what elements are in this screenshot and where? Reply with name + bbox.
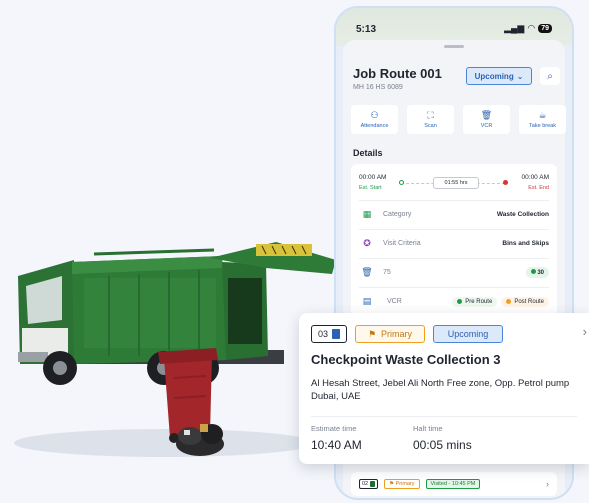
visit-criteria-label: Visit Criteria xyxy=(383,240,421,247)
bin-icon xyxy=(370,481,376,487)
green-dot-icon xyxy=(457,299,463,304)
bins-done-badge: 30 xyxy=(525,267,549,278)
bins-row: 🗑 75 30 xyxy=(359,258,549,286)
next-checkpoint-row[interactable]: 02 ⚑ Primary Visited - 10:45 PM › xyxy=(351,472,557,496)
category-icon: ▦ xyxy=(362,209,372,219)
details-card: 00:00 AM Est. Start 01:55 hrs 00:00 AM E… xyxy=(351,164,557,324)
vcr-row-icon: ▤ xyxy=(362,296,372,306)
scene: 5:13 ▂▄▆ ◠ 79 Job Route 001 MH 16 HS 608… xyxy=(0,0,589,503)
chevron-right-icon: › xyxy=(546,479,549,489)
chevron-right-icon[interactable]: › xyxy=(583,324,587,339)
pre-route-label: Pre Route xyxy=(465,298,493,305)
halt-time-label: Halt time xyxy=(413,424,443,433)
orange-dot-icon xyxy=(506,299,512,304)
vcr-button[interactable]: 🗑 VCR xyxy=(463,105,510,134)
category-value: Waste Collection xyxy=(496,211,549,218)
post-route-tag[interactable]: Post Route xyxy=(501,296,549,307)
garbage-truck-illustration xyxy=(14,242,336,457)
vcr-icon: 🗑 xyxy=(480,109,493,120)
scan-button[interactable]: ⛶ Scan xyxy=(407,105,454,134)
next-priority-tag: ⚑ Primary xyxy=(384,479,420,489)
search-button[interactable]: ⌕ xyxy=(540,67,560,85)
estimate-time-label: Estimate time xyxy=(311,424,357,433)
sequence-tag: 03 xyxy=(311,325,347,343)
category-label: Category xyxy=(383,211,412,218)
checkpoint-title: Checkpoint Waste Collection 3 xyxy=(311,352,501,367)
signal-icon: ▂▄▆ xyxy=(504,23,525,33)
sequence-number: 03 xyxy=(317,329,328,339)
route-title: Job Route 001 xyxy=(353,66,442,81)
visit-criteria-row: ✪ Visit Criteria Bins and Skips xyxy=(359,229,549,257)
action-label: VCR xyxy=(480,122,493,129)
est-start-label: Est. Start xyxy=(359,185,382,191)
divider xyxy=(311,416,577,417)
attendance-icon: ⚇ xyxy=(370,109,379,120)
start-dot xyxy=(399,180,404,185)
visit-criteria-value: Bins and Skips xyxy=(502,240,549,247)
checkpoint-status-tag: Upcoming xyxy=(433,325,503,343)
attendance-button[interactable]: ⚇ Attendance xyxy=(351,105,398,134)
post-route-label: Post Route xyxy=(514,298,544,305)
est-end-time: 00:00 AM xyxy=(521,174,549,181)
action-label: Take break xyxy=(529,122,556,129)
action-label: Attendance xyxy=(360,122,389,129)
route-plate: MH 16 HS 6089 xyxy=(353,84,403,91)
estimate-time-value: 10:40 AM xyxy=(311,438,362,452)
next-sequence-tag: 02 xyxy=(359,479,379,489)
next-sequence: 02 xyxy=(362,481,369,487)
next-priority: Primary xyxy=(395,481,415,487)
next-status-tag: Visited - 10:45 PM xyxy=(425,479,481,489)
wifi-icon: ◠ xyxy=(527,23,536,33)
priority-label: Primary xyxy=(381,329,413,339)
chevron-down-icon: ⌄ xyxy=(516,71,524,81)
break-icon: ☕ xyxy=(538,109,547,120)
route-status-dropdown[interactable]: Upcoming ⌄ xyxy=(466,67,532,85)
checkpoint-card[interactable]: 03 ⚑ Primary Upcoming › Checkpoint Waste… xyxy=(299,313,589,464)
vcr-label: VCR xyxy=(387,298,402,305)
search-icon: ⌕ xyxy=(547,70,553,82)
flag-icon: ⚑ xyxy=(367,328,377,339)
bin-icon: 🗑 xyxy=(361,267,373,277)
end-dot xyxy=(503,180,508,185)
est-end-label: Est. End xyxy=(528,185,549,191)
visit-criteria-icon: ✪ xyxy=(363,238,371,248)
duration-badge: 01:55 hrs xyxy=(433,177,479,189)
bins-done: 30 xyxy=(537,270,544,276)
battery-icon: 79 xyxy=(538,24,552,33)
route-status-value: Upcoming xyxy=(474,71,514,81)
pre-route-tag[interactable]: Pre Route xyxy=(452,296,498,307)
status-time: 5:13 xyxy=(356,24,377,35)
halt-time-value: 00:05 mins xyxy=(413,438,472,452)
details-heading: Details xyxy=(353,148,383,158)
category-row: ▦ Category Waste Collection xyxy=(359,200,549,228)
green-dot-icon xyxy=(530,269,536,274)
checkpoint-address: Al Hesah Street, Jebel Ali North Free zo… xyxy=(311,378,570,402)
priority-tag: ⚑ Primary xyxy=(355,325,425,343)
vcr-row: ▤ VCR Pre Route Post Route xyxy=(359,287,549,315)
action-bar: ⚇ Attendance ⛶ Scan 🗑 VCR ☕ Take break xyxy=(351,105,566,134)
sheet-grabber[interactable] xyxy=(444,45,464,48)
est-start-time: 00:00 AM xyxy=(359,174,387,181)
bin-icon xyxy=(332,329,340,339)
bins-total: 75 xyxy=(383,269,391,276)
scan-icon: ⛶ xyxy=(427,109,434,120)
action-label: Scan xyxy=(424,122,437,129)
take-break-button[interactable]: ☕ Take break xyxy=(519,105,566,134)
status-icons: ▂▄▆ ◠ 79 xyxy=(504,23,552,34)
